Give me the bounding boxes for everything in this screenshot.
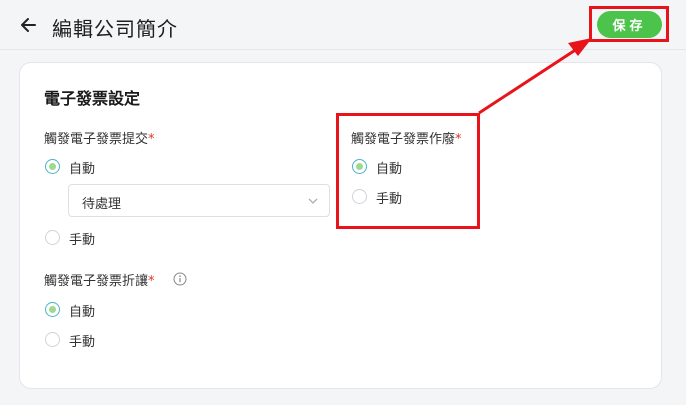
void-auto-radio[interactable] <box>352 159 367 174</box>
allowance-trigger-label-text: 觸發電子發票折讓 <box>44 274 149 289</box>
arrow-left-icon[interactable] <box>18 14 40 36</box>
void-trigger-label-text: 觸發電子發票作廢 <box>351 132 456 147</box>
page-title: 編輯公司簡介 <box>52 17 178 41</box>
allowance-manual-label[interactable]: 手動 <box>69 331 95 350</box>
void-manual-radio[interactable] <box>352 189 367 204</box>
allowance-auto-label[interactable]: 自動 <box>69 301 95 320</box>
submit-status-value: 待處理 <box>82 197 122 212</box>
void-trigger-label: 觸發電子發票作廢* <box>351 128 462 147</box>
required-mark: * <box>148 274 155 289</box>
allowance-trigger-label: 觸發電子發票折讓* <box>44 270 155 289</box>
submit-trigger-label: 觸發電子發票提交* <box>44 128 155 147</box>
required-mark: * <box>455 132 462 147</box>
submit-trigger-label-text: 觸發電子發票提交 <box>44 132 149 147</box>
void-auto-label[interactable]: 自動 <box>376 158 402 177</box>
required-mark: * <box>148 132 155 147</box>
allowance-auto-radio[interactable] <box>45 302 60 317</box>
submit-status-select[interactable]: 待處理 <box>68 184 330 217</box>
submit-manual-radio[interactable] <box>45 230 60 245</box>
card-title: 電子發票設定 <box>44 89 141 108</box>
chevron-down-icon <box>308 198 318 204</box>
info-icon[interactable] <box>173 272 187 286</box>
submit-auto-radio[interactable] <box>45 159 60 174</box>
void-manual-label[interactable]: 手動 <box>376 188 402 207</box>
allowance-manual-radio[interactable] <box>45 332 60 347</box>
submit-auto-label[interactable]: 自動 <box>69 158 95 177</box>
submit-manual-label[interactable]: 手動 <box>69 229 95 248</box>
settings-card <box>19 62 662 389</box>
save-button[interactable]: 保存 <box>597 11 662 38</box>
